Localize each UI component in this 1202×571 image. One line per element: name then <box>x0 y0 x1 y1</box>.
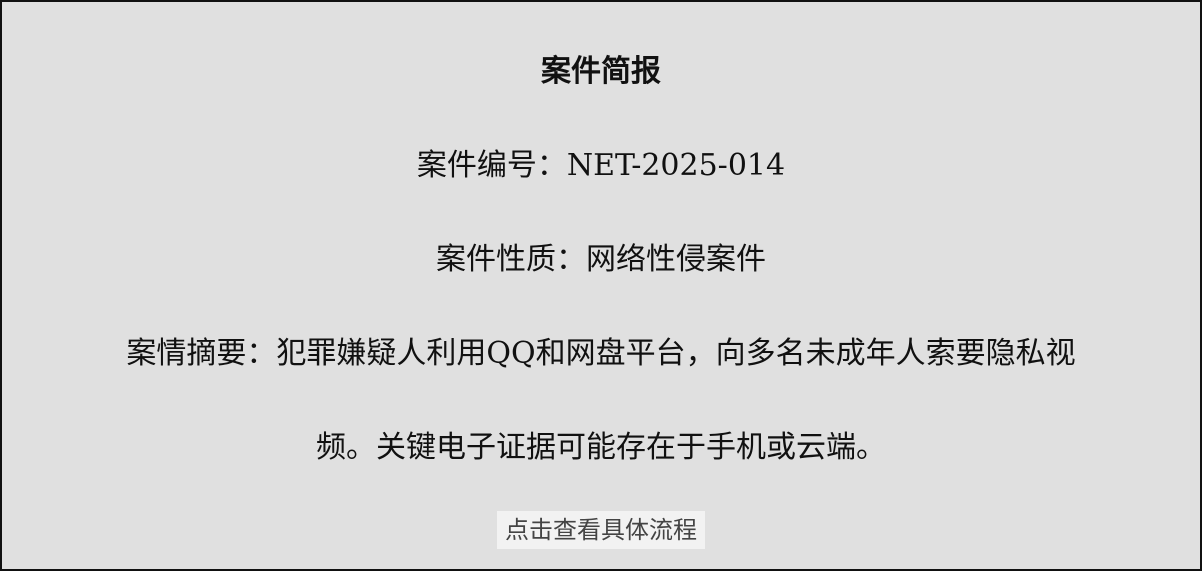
case-summary-line-2: 频。关键电子证据可能存在于手机或云端。 <box>2 428 1200 468</box>
view-process-button[interactable]: 点击查看具体流程 <box>497 511 705 549</box>
case-nature-value: 网络性侵案件 <box>586 242 766 277</box>
case-number-label: 案件编号： <box>416 148 567 183</box>
case-brief-panel: 案件简报 案件编号：NET-2025-014 案件性质：网络性侵案件 案情摘要：… <box>0 0 1202 571</box>
case-nature-label: 案件性质： <box>436 242 586 277</box>
case-nature-line: 案件性质：网络性侵案件 <box>2 240 1200 280</box>
case-number-value: NET-2025-014 <box>566 148 786 183</box>
case-summary-text-2: 频。关键电子证据可能存在于手机或云端。 <box>316 430 886 465</box>
case-summary-text-1: 犯罪嫌疑人利用QQ和网盘平台，向多名未成年人索要隐私视 <box>276 336 1076 371</box>
action-button-container: 点击查看具体流程 <box>2 511 1200 549</box>
case-summary-label: 案情摘要： <box>126 336 277 371</box>
brief-title: 案件简报 <box>541 54 661 89</box>
case-summary-line-1: 案情摘要：犯罪嫌疑人利用QQ和网盘平台，向多名未成年人索要隐私视 <box>2 334 1200 374</box>
case-number-line: 案件编号：NET-2025-014 <box>2 146 1200 186</box>
